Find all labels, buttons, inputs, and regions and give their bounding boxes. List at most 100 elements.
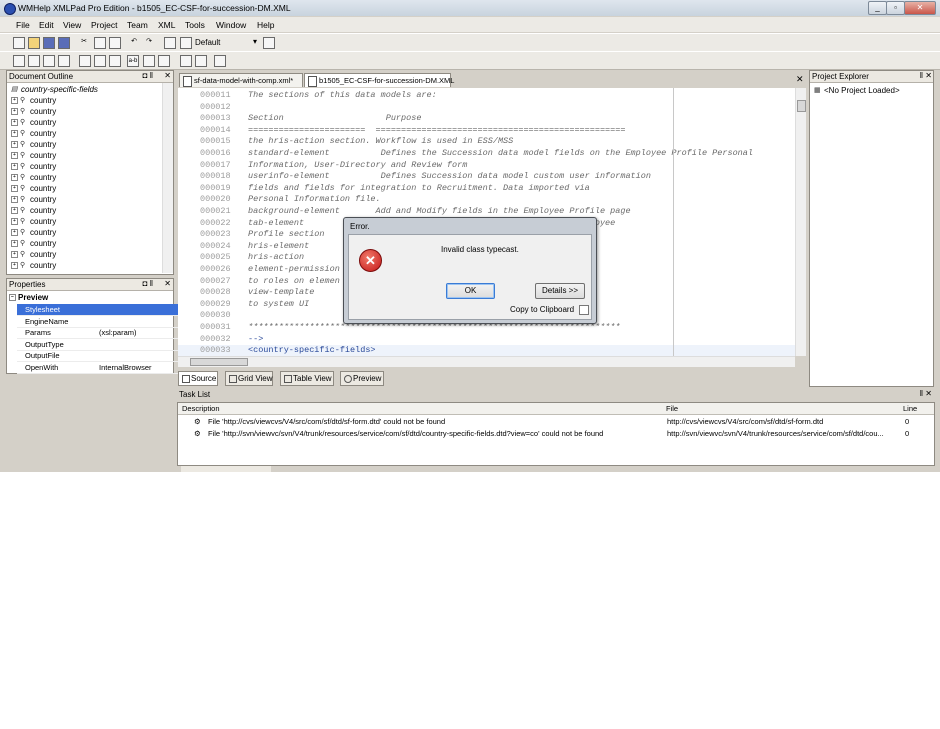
expand-icon[interactable]: +: [11, 152, 18, 160]
property-value[interactable]: (xsl:param): [99, 328, 137, 337]
outline-item[interactable]: + ⚲ country: [11, 206, 56, 217]
pin-icon[interactable]: ‖: [920, 71, 923, 80]
expand-icon[interactable]: +: [11, 196, 18, 204]
copy-icon[interactable]: [94, 37, 106, 49]
expand-icon[interactable]: +: [11, 97, 18, 105]
outline-root[interactable]: ▤ country-specific-fields: [11, 85, 98, 96]
outline-item[interactable]: + ⚲ country: [11, 118, 56, 129]
outline-item[interactable]: + ⚲ country: [11, 184, 56, 195]
column-description[interactable]: Description: [182, 404, 220, 413]
outline-item[interactable]: + ⚲ country: [11, 217, 56, 228]
expand-icon[interactable]: +: [11, 207, 18, 215]
property-row[interactable]: Stylesheet: [17, 304, 180, 316]
column-file[interactable]: File: [666, 404, 678, 413]
outline-item[interactable]: + ⚲ country: [11, 107, 56, 118]
no-project-item[interactable]: ▦ <No Project Loaded>: [814, 86, 900, 95]
property-row[interactable]: OutputFile: [17, 350, 180, 362]
minimize-button[interactable]: _: [868, 1, 887, 15]
editor-vertical-scrollbar[interactable]: [795, 88, 806, 356]
align-left-icon[interactable]: [143, 55, 155, 67]
scroll-thumb[interactable]: [797, 100, 806, 112]
check-wellformed-icon[interactable]: [28, 55, 40, 67]
open-file-icon[interactable]: [28, 37, 40, 49]
ok-button[interactable]: OK: [446, 283, 495, 299]
close-icon[interactable]: ✕: [925, 71, 932, 80]
comment-icon[interactable]: [180, 55, 192, 67]
transform-icon[interactable]: [43, 55, 55, 67]
close-window-button[interactable]: ✕: [904, 1, 936, 15]
close-icon[interactable]: ✕: [164, 71, 171, 80]
outline-item[interactable]: + ⚲ country: [11, 173, 56, 184]
preview-group[interactable]: − Preview: [9, 293, 48, 302]
save-icon[interactable]: [43, 37, 55, 49]
image-icon[interactable]: [214, 55, 226, 67]
close-icon[interactable]: ✕: [925, 389, 932, 398]
profile-icon[interactable]: [180, 37, 192, 49]
menu-xml[interactable]: XML: [158, 20, 175, 30]
menu-edit[interactable]: Edit: [39, 20, 54, 30]
tab-b1505-csf[interactable]: b1505_EC-CSF-for-succession-DM.XML: [304, 73, 454, 87]
outline-item[interactable]: + ⚲ country: [11, 261, 56, 272]
expand-icon[interactable]: +: [11, 229, 18, 237]
outdent-icon[interactable]: [109, 55, 121, 67]
expand-icon[interactable]: +: [11, 251, 18, 259]
pin-icon[interactable]: ◘ ‖: [143, 279, 153, 288]
paste-icon[interactable]: [109, 37, 121, 49]
close-tab-icon[interactable]: ✕: [796, 74, 804, 85]
task-file[interactable]: http://cvs/viewcvs/V4/src/com/sf/dtd/sf-…: [667, 417, 823, 428]
tab-preview[interactable]: Preview: [340, 371, 384, 386]
property-value[interactable]: InternalBrowser: [99, 363, 152, 372]
outline-item[interactable]: + ⚲ country: [11, 162, 56, 173]
task-line[interactable]: 0: [905, 417, 909, 428]
expand-icon[interactable]: +: [11, 108, 18, 116]
property-row[interactable]: EngineName: [17, 316, 180, 328]
uncomment-icon[interactable]: [195, 55, 207, 67]
expand-icon[interactable]: +: [11, 119, 18, 127]
menu-help[interactable]: Help: [257, 20, 274, 30]
tab-table-view[interactable]: Table View: [280, 371, 334, 386]
task-description[interactable]: File 'http://svn/viewvc/svn/V4/trunk/res…: [208, 429, 603, 440]
task-line[interactable]: 0: [905, 429, 909, 440]
property-row[interactable]: OpenWith InternalBrowser: [17, 362, 180, 374]
maximize-button[interactable]: ▫: [886, 1, 905, 15]
indent-icon[interactable]: [94, 55, 106, 67]
align-right-icon[interactable]: [158, 55, 170, 67]
tab-sf-data-model[interactable]: sf-data-model-with-comp.xml*: [179, 73, 303, 87]
chevron-down-icon[interactable]: ▾: [253, 37, 257, 46]
menu-tools[interactable]: Tools: [185, 20, 205, 30]
expand-icon[interactable]: +: [11, 130, 18, 138]
pin-icon[interactable]: ‖: [920, 389, 923, 398]
profile-select[interactable]: Default: [195, 38, 220, 47]
task-file[interactable]: http://svn/viewvc/svn/V4/trunk/resources…: [667, 429, 884, 440]
menu-view[interactable]: View: [63, 20, 81, 30]
save-all-icon[interactable]: [58, 37, 70, 49]
outline-item[interactable]: + ⚲ country: [11, 239, 56, 250]
close-icon[interactable]: ✕: [164, 279, 171, 288]
menu-file[interactable]: File: [16, 20, 30, 30]
expand-icon[interactable]: +: [11, 174, 18, 182]
copy-to-clipboard-checkbox[interactable]: [579, 305, 589, 315]
property-row[interactable]: Params (xsl:param): [17, 327, 180, 339]
expand-icon[interactable]: +: [11, 240, 18, 248]
tab-grid-view[interactable]: Grid View: [225, 371, 273, 386]
sort-icon[interactable]: [79, 55, 91, 67]
format-icon[interactable]: [58, 55, 70, 67]
new-file-icon[interactable]: [13, 37, 25, 49]
menu-window[interactable]: Window: [216, 20, 246, 30]
property-row[interactable]: OutputType: [17, 339, 180, 351]
find-icon[interactable]: [164, 37, 176, 49]
outline-item[interactable]: + ⚲ country: [11, 151, 56, 162]
outline-item[interactable]: + ⚲ country: [11, 129, 56, 140]
column-line[interactable]: Line: [903, 404, 917, 413]
redo-icon[interactable]: ↷: [144, 37, 154, 47]
menu-team[interactable]: Team: [127, 20, 148, 30]
outline-item[interactable]: + ⚲ country: [11, 228, 56, 239]
outline-scrollbar[interactable]: [162, 83, 173, 273]
undo-icon[interactable]: ↶: [129, 37, 139, 47]
settings-icon[interactable]: [263, 37, 275, 49]
expand-icon[interactable]: +: [11, 141, 18, 149]
replace-icon[interactable]: a‑b: [127, 55, 139, 67]
menu-project[interactable]: Project: [91, 20, 117, 30]
pin-icon[interactable]: ◘ ‖: [143, 71, 153, 80]
cut-icon[interactable]: ✂: [79, 37, 89, 47]
